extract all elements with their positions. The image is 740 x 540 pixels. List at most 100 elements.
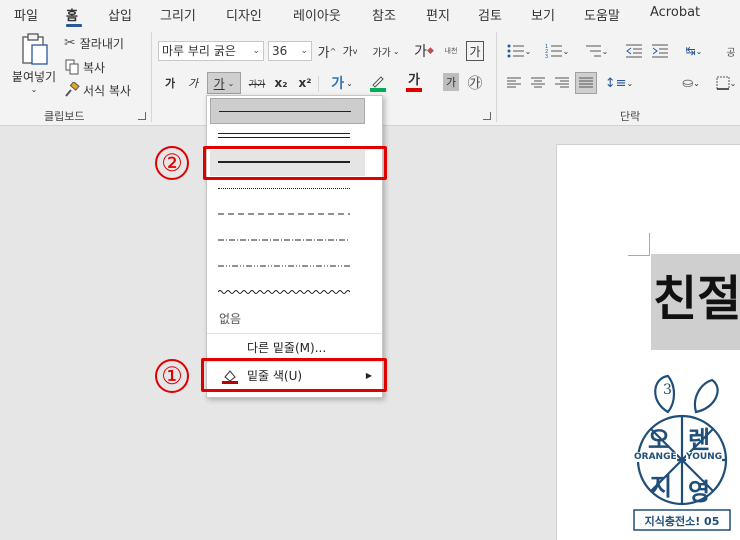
tab-review[interactable]: 검토 bbox=[478, 5, 502, 24]
tab-acrobat[interactable]: Acrobat bbox=[650, 5, 700, 20]
font-name-select[interactable]: 마루 부리 굵은 ⌄ bbox=[158, 41, 264, 61]
tab-help[interactable]: 도움말 bbox=[584, 5, 620, 24]
underline-option-wave[interactable] bbox=[210, 280, 365, 306]
font-launcher-icon[interactable] bbox=[483, 112, 491, 120]
tab-references[interactable]: 참조 bbox=[372, 5, 396, 24]
superscript-label: x² bbox=[298, 76, 312, 90]
cut-button[interactable]: ✂ 잘라내기 bbox=[64, 34, 124, 52]
logo-char-4: 영 bbox=[688, 478, 711, 506]
decrease-indent-button[interactable] bbox=[624, 41, 644, 61]
svg-text:3: 3 bbox=[545, 54, 548, 58]
paintbrush-icon bbox=[65, 82, 80, 97]
superscript-button[interactable]: x² bbox=[296, 73, 314, 93]
borders-icon bbox=[716, 76, 730, 90]
font-color-button[interactable]: 가 bbox=[398, 72, 430, 94]
asian-layout-icon: 공 bbox=[726, 47, 736, 59]
tab-home[interactable]: 홈 bbox=[66, 5, 78, 24]
borders-button[interactable]: ⌄ bbox=[712, 73, 740, 93]
document-title-text[interactable]: 친절 bbox=[651, 254, 740, 350]
subscript-button[interactable]: x₂ bbox=[272, 73, 290, 93]
underline-none-item[interactable]: 없음 bbox=[207, 307, 382, 331]
char-border-button[interactable]: 가 bbox=[466, 41, 484, 61]
logo-caption: 지식충전소! 05 bbox=[644, 515, 720, 528]
eraser-icon: ◆ bbox=[426, 46, 434, 56]
shrink-font-label: 가 bbox=[342, 45, 353, 58]
tab-design[interactable]: 디자인 bbox=[226, 5, 262, 24]
highlighter-icon bbox=[372, 76, 384, 88]
underline-option-dashed[interactable] bbox=[210, 202, 365, 228]
numbering-button[interactable]: 1 2 3 ⌄ bbox=[541, 41, 573, 61]
cut-label: 잘라내기 bbox=[79, 36, 124, 51]
group-divider bbox=[496, 32, 497, 122]
underline-option-dash-dot[interactable] bbox=[210, 228, 365, 254]
font-size-value: 36 bbox=[272, 44, 288, 58]
justify-button[interactable] bbox=[575, 72, 597, 94]
bullets-button[interactable]: ⌄ bbox=[503, 41, 535, 61]
copy-icon bbox=[65, 59, 79, 75]
clipboard-paste-icon bbox=[22, 33, 48, 65]
italic-label: 가 bbox=[187, 77, 199, 90]
text-effects-button[interactable]: 가 ⌄ bbox=[326, 73, 358, 93]
increase-indent-button[interactable] bbox=[650, 41, 670, 61]
align-left-icon bbox=[507, 77, 521, 88]
copy-label: 복사 bbox=[83, 60, 106, 75]
numbered-list-icon: 123 bbox=[545, 44, 562, 58]
logo-left-word: ORANGE bbox=[634, 452, 677, 462]
phonetic-guide-button[interactable]: 내천 bbox=[441, 41, 461, 61]
grow-font-button[interactable]: 가 ^ bbox=[317, 41, 337, 61]
copy-button[interactable]: 복사 bbox=[64, 58, 105, 76]
align-right-button[interactable] bbox=[553, 73, 571, 93]
dashed-line-icon bbox=[218, 213, 350, 215]
italic-button[interactable]: 가 bbox=[184, 73, 202, 93]
asian-layout-button[interactable]: 공 bbox=[722, 41, 740, 61]
line-spacing-button[interactable]: ↕≡ ⌄ bbox=[603, 73, 635, 93]
text-effects-label: 가 bbox=[331, 76, 345, 92]
dash-dot-dot-line-icon bbox=[218, 265, 350, 267]
shading-button[interactable]: ⛀ ⌄ bbox=[675, 73, 707, 93]
format-painter-button[interactable]: 서식 복사 bbox=[64, 81, 131, 99]
enclose-char-button[interactable]: ㉮ bbox=[465, 72, 485, 92]
font-size-select[interactable]: 36 ⌄ bbox=[268, 41, 312, 61]
multilevel-list-button[interactable]: ⌄ bbox=[580, 41, 612, 61]
chevron-down-icon: ⌄ bbox=[30, 85, 38, 94]
logo-char-3: 지 bbox=[650, 473, 673, 501]
underline-option-single[interactable] bbox=[210, 98, 365, 124]
strikethrough-button[interactable]: 가가 bbox=[246, 73, 268, 93]
underline-button[interactable]: 가 ⌄ bbox=[207, 72, 241, 94]
shrink-font-button[interactable]: 가v bbox=[340, 41, 360, 61]
tab-view[interactable]: 보기 bbox=[531, 5, 555, 24]
format-painter-label: 서식 복사 bbox=[83, 83, 131, 98]
more-underlines-item[interactable]: 다른 밑줄(M)... bbox=[207, 336, 382, 360]
change-case-button[interactable]: 가가 ⌄ bbox=[370, 41, 402, 61]
tab-draw[interactable]: 그리기 bbox=[160, 5, 196, 24]
clipboard-launcher-icon[interactable] bbox=[138, 112, 146, 120]
tab-mailings[interactable]: 편지 bbox=[426, 5, 450, 24]
font-color-swatch bbox=[406, 88, 422, 92]
enclose-char-label: ㉮ bbox=[467, 73, 483, 92]
strikethrough-label: 가가 bbox=[248, 79, 266, 90]
justify-icon bbox=[579, 77, 593, 88]
align-left-button[interactable] bbox=[505, 73, 523, 93]
highlight-color-button[interactable] bbox=[362, 72, 394, 94]
crop-mark bbox=[628, 233, 650, 256]
step-marker-2: ② bbox=[155, 146, 189, 180]
underline-option-dash-dot-dot[interactable] bbox=[210, 254, 365, 280]
change-case-label: 가가 bbox=[372, 47, 391, 59]
tab-insert[interactable]: 삽입 bbox=[108, 5, 132, 24]
chevron-down-icon: ⌄ bbox=[252, 46, 260, 56]
align-center-button[interactable] bbox=[529, 73, 547, 93]
paste-button[interactable]: 붙여넣기 ⌄ bbox=[8, 32, 60, 104]
line-spacing-icon: ↕≡ bbox=[604, 75, 627, 91]
wave-line-icon bbox=[218, 290, 350, 294]
logo-number: 3 bbox=[663, 382, 672, 398]
char-shading-button[interactable]: 가 bbox=[443, 73, 459, 91]
text-direction-button[interactable]: ↹ ⌄ bbox=[680, 41, 708, 61]
font-color-label: 가 bbox=[408, 73, 420, 88]
tab-layout[interactable]: 레이아웃 bbox=[293, 5, 341, 24]
tab-file[interactable]: 파일 bbox=[14, 5, 38, 24]
bold-button[interactable]: 가 bbox=[161, 73, 179, 93]
clear-format-button[interactable]: 가 ◆ bbox=[414, 41, 434, 61]
clipboard-group-label: 클립보드 bbox=[44, 110, 85, 123]
text-direction-icon: ↹ bbox=[685, 44, 696, 58]
logo-right-word: YOUNG bbox=[686, 452, 723, 462]
